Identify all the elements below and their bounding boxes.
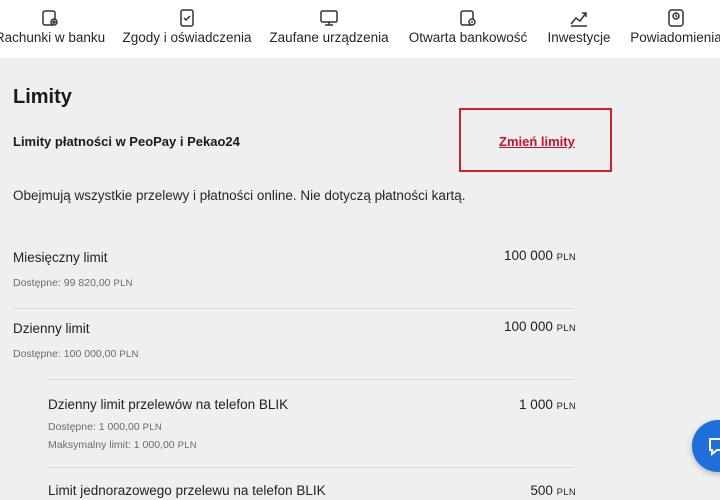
- limit-currency: PLN: [556, 401, 576, 412]
- available-amount: 1 000,00: [98, 421, 140, 433]
- nav-item-consents[interactable]: Zgody i oświadczenia: [118, 0, 256, 58]
- divider: [48, 467, 575, 468]
- max-amount: 1 000,00: [133, 439, 175, 451]
- limit-available: Dostępne: 99 820,00 PLN: [13, 277, 133, 289]
- nav-item-notifications[interactable]: Powiadomienia: [626, 0, 720, 58]
- limit-name: Miesięczny limit: [13, 250, 108, 265]
- nav-item-label: Rachunki w banku: [0, 30, 106, 45]
- nav-item-label: Otwarta bankowość: [408, 30, 528, 45]
- nav-item-label: Zaufane urządzenia: [269, 30, 389, 45]
- limit-available: Dostępne: 100 000,00 PLN: [13, 348, 139, 360]
- limit-amount: 1 000: [519, 397, 553, 412]
- page-title: Limity: [13, 86, 72, 108]
- limit-name: Limit jednorazowego przelewu na telefon …: [48, 483, 326, 498]
- chart-trend-icon: [569, 8, 589, 28]
- limit-amount: 100 000: [504, 319, 553, 334]
- nav-item-trusted-devices[interactable]: Zaufane urządzenia: [264, 0, 394, 58]
- nav-item-investments[interactable]: Inwestycje: [541, 0, 617, 58]
- available-label: Dostępne:: [13, 348, 61, 360]
- limit-amount: 500: [530, 483, 553, 498]
- max-label: Maksymalny limit:: [48, 439, 131, 451]
- nav-item-open-banking[interactable]: Otwarta bankowość: [401, 0, 535, 58]
- nav-item-label: Inwestycje: [547, 30, 611, 45]
- divider: [48, 379, 575, 380]
- open-banking-icon: [458, 8, 478, 28]
- change-limits-link[interactable]: Zmień limity: [499, 134, 575, 149]
- available-currency: PLN: [142, 422, 162, 433]
- nav-item-label: Powiadomienia: [630, 30, 720, 45]
- limit-available: Dostępne: 1 000,00 PLN: [48, 421, 162, 433]
- available-label: Dostępne:: [13, 277, 61, 289]
- section-title: Limity płatności w PeoPay i Pekao24: [13, 134, 240, 149]
- limit-currency: PLN: [556, 252, 576, 263]
- available-amount: 100 000,00: [63, 348, 117, 360]
- nav-item-accounts[interactable]: Rachunki w banku: [0, 0, 108, 58]
- limit-value: 1 000 PLN: [519, 397, 576, 412]
- monitor-icon: [319, 8, 339, 28]
- top-navigation: Rachunki w banku Zgody i oświadczenia Za…: [0, 0, 720, 58]
- limits-description: Obejmują wszystkie przelewy i płatności …: [13, 188, 466, 203]
- accounts-settings-icon: [40, 8, 60, 28]
- available-label: Dostępne:: [48, 421, 96, 433]
- max-currency: PLN: [177, 440, 197, 451]
- limit-currency: PLN: [556, 487, 576, 498]
- limit-name: Dzienny limit: [13, 321, 90, 336]
- notifications-icon: [666, 8, 686, 28]
- limit-value: 100 000 PLN: [504, 248, 576, 263]
- limit-name: Dzienny limit przelewów na telefon BLIK: [48, 397, 289, 412]
- limit-amount: 100 000: [504, 248, 553, 263]
- chat-bubble-icon: [706, 434, 720, 458]
- available-amount: 99 820,00: [63, 277, 111, 289]
- limit-value: 500 PLN: [530, 483, 576, 498]
- limit-value: 100 000 PLN: [504, 319, 576, 334]
- limit-currency: PLN: [556, 323, 576, 334]
- chat-button[interactable]: [692, 420, 720, 472]
- nav-item-label: Zgody i oświadczenia: [122, 30, 252, 45]
- limit-max: Maksymalny limit: 1 000,00 PLN: [48, 439, 197, 451]
- limits-panel: Limity Limity płatności w PeoPay i Pekao…: [0, 58, 720, 500]
- divider: [13, 308, 575, 309]
- available-currency: PLN: [119, 349, 139, 360]
- consents-document-icon: [177, 8, 197, 28]
- available-currency: PLN: [113, 278, 133, 289]
